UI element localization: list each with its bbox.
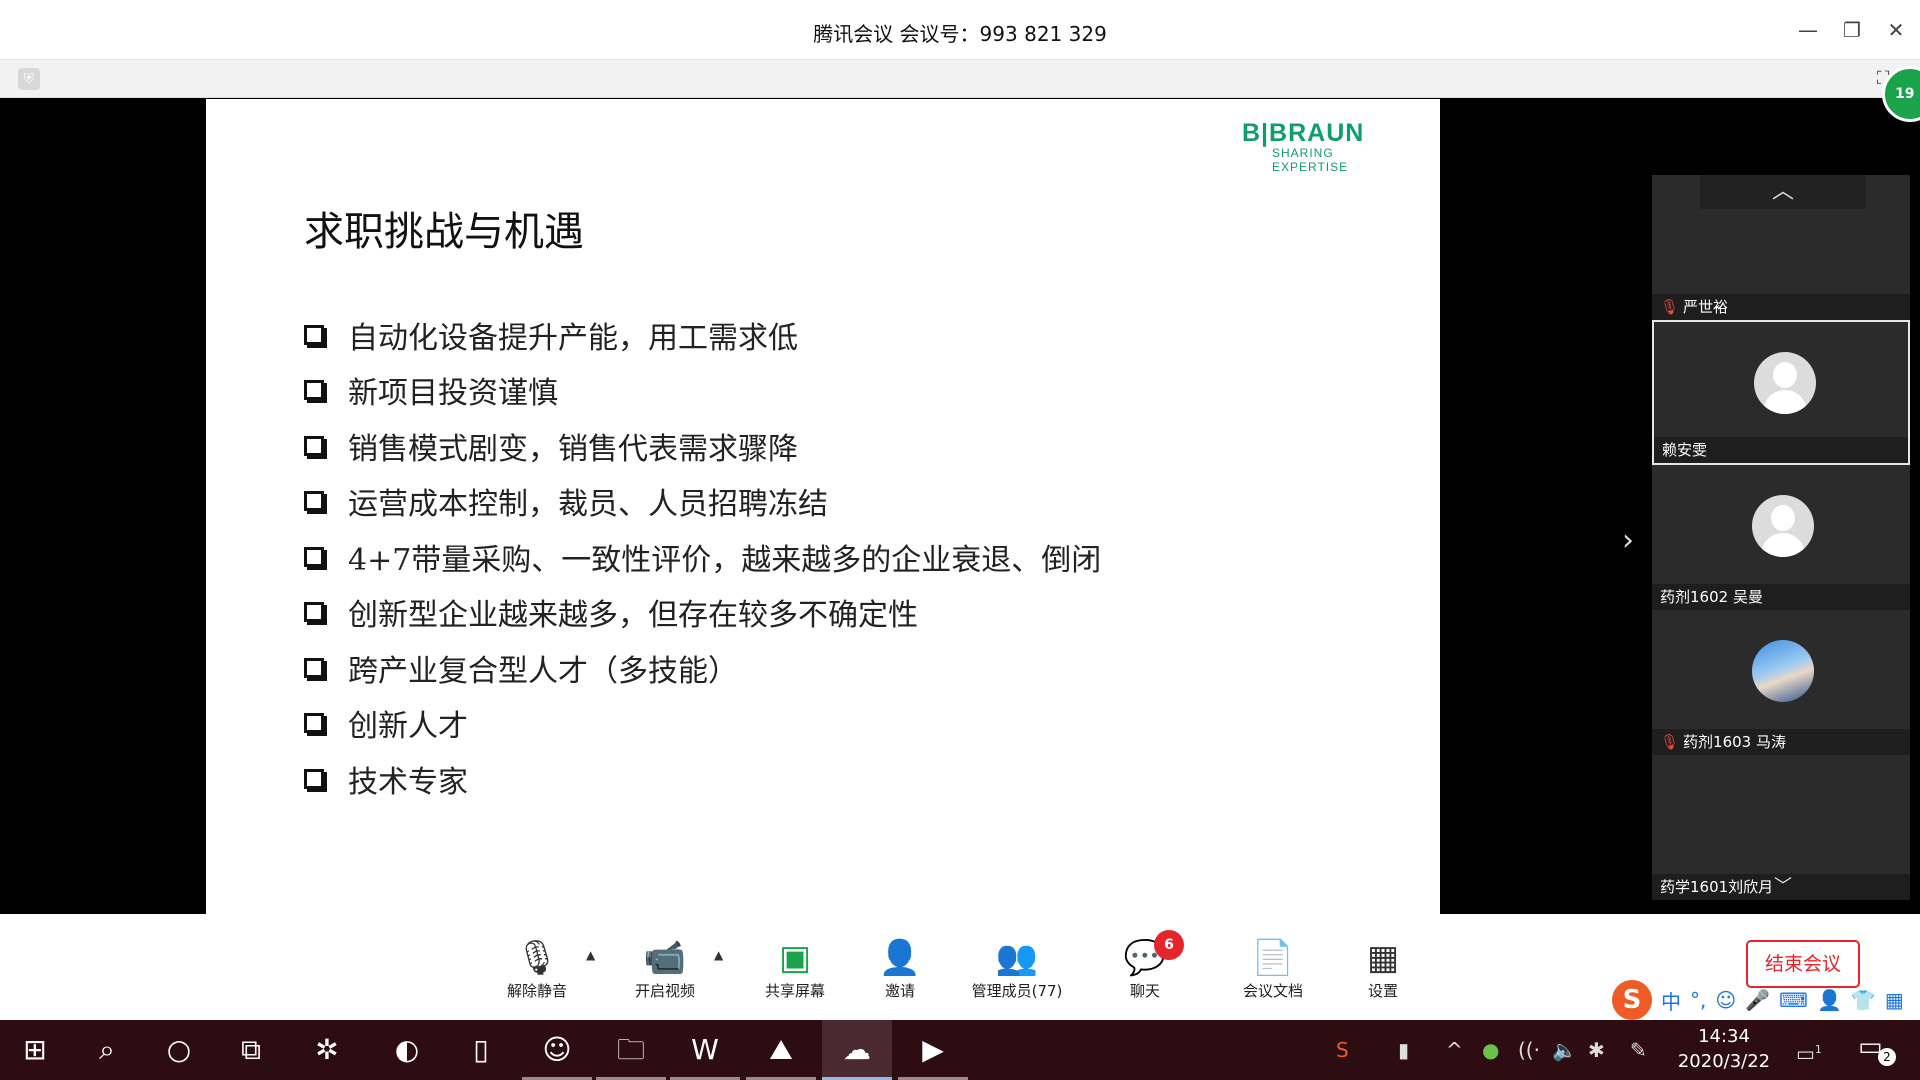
restore-icon[interactable]: ❐ — [1838, 16, 1866, 44]
share-screen-button[interactable]: ▣ 共享屏幕 — [750, 936, 840, 1001]
bullet-item: 新项目投资谨慎 — [304, 363, 1101, 419]
checkbox-bullet-icon — [304, 435, 324, 456]
avatar — [1752, 640, 1814, 702]
muted-mic-icon: 🎙 — [1660, 298, 1680, 316]
close-icon[interactable]: ✕ — [1882, 16, 1910, 44]
bullet-list: 自动化设备提升产能，用工需求低 新项目投资谨慎 销售模式剧变，销售代表需求骤降 … — [304, 307, 1101, 807]
chat-button[interactable]: 💬 聊天 6 — [1100, 930, 1190, 1001]
meeting-toolbar-strip: ⛨ ⛶ — [0, 60, 1920, 98]
sogou-browser-icon[interactable]: ◐ — [372, 1020, 442, 1080]
bullet-item: 销售模式剧变，销售代表需求骤降 — [304, 418, 1101, 474]
window-title: 腾讯会议 会议号：993 821 329 — [813, 22, 1107, 46]
user-icon[interactable]: 👤 — [1817, 988, 1842, 1012]
braun-logo: B|BRAUN SHARING EXPERTISE — [1242, 119, 1365, 174]
presentation-slide: B|BRAUN SHARING EXPERTISE 求职挑战与机遇 自动化设备提… — [206, 99, 1440, 914]
checkbox-bullet-icon — [304, 546, 324, 567]
shared-screen-area: B|BRAUN SHARING EXPERTISE 求职挑战与机遇 自动化设备提… — [0, 99, 1920, 914]
bullet-item: 创新人才 — [304, 696, 1101, 752]
photos-icon[interactable]: ⛰ — [746, 1020, 816, 1080]
bullet-item: 自动化设备提升产能，用工需求低 — [304, 307, 1101, 363]
bullet-item: 技术专家 — [304, 751, 1101, 807]
cortana-icon[interactable]: ○ — [144, 1020, 214, 1080]
tencent-meeting-icon[interactable]: ☁ — [822, 1020, 892, 1080]
slides-app-icon[interactable]: ▶ — [898, 1020, 968, 1080]
taskbar-clock[interactable]: 14:34 2020/3/22 — [1674, 1026, 1774, 1072]
grid-settings-icon: ▦ — [1366, 938, 1400, 978]
start-video-button[interactable]: 📹 开启视频 — [620, 936, 710, 1001]
skin-icon[interactable]: 👕 — [1851, 988, 1876, 1012]
windows-start-icon[interactable]: ⊞ — [0, 1020, 70, 1080]
notification-icon[interactable]: ▭ 2 — [1858, 1032, 1896, 1066]
unmute-button[interactable]: 🎙 解除静音 — [492, 936, 582, 1001]
checkbox-bullet-icon — [304, 657, 324, 678]
pen-icon[interactable]: ✎ — [1630, 1020, 1647, 1080]
settings-button[interactable]: ▦ 设置 — [1338, 936, 1428, 1001]
checkbox-bullet-icon — [304, 602, 324, 623]
document-icon: 📄 — [1251, 938, 1295, 978]
ime-punctuation[interactable]: °, — [1690, 988, 1706, 1012]
add-user-icon: 👤 — [878, 938, 922, 978]
mic-off-icon: 🎙 — [515, 938, 559, 978]
bullet-item: 4+7带量采购、一致性评价，越来越多的企业衰退、倒闭 — [304, 529, 1101, 585]
tray-app-icon[interactable]: ✱ — [1588, 1020, 1605, 1080]
ime-toolbar: S 中 °, ☺ 🎤 ⌨ 👤 👕 ▦ — [1608, 980, 1920, 1020]
manage-members-button[interactable]: 👥 管理成员(77) — [962, 936, 1072, 1001]
share-screen-icon: ▣ — [778, 938, 812, 978]
ime-language[interactable]: 中 — [1661, 986, 1681, 1015]
emoji-icon[interactable]: ☺ — [1715, 988, 1736, 1012]
wifi-icon[interactable]: ((· — [1518, 1020, 1540, 1080]
volume-icon[interactable]: 🔈 — [1552, 1020, 1577, 1080]
checkbox-bullet-icon — [304, 491, 324, 512]
bullet-item: 跨产业复合型人才（多技能） — [304, 640, 1101, 696]
checkbox-bullet-icon — [304, 713, 324, 734]
participant-tile[interactable]: 🎙 药剂1603 马涛 — [1652, 610, 1910, 755]
voice-input-icon[interactable]: 🎤 — [1745, 988, 1770, 1012]
checkbox-bullet-icon — [304, 324, 324, 345]
meeting-docs-button[interactable]: 📄 会议文档 — [1228, 936, 1318, 1001]
avatar — [1754, 352, 1816, 414]
bullet-item: 创新型企业越来越多，但存在较多不确定性 — [304, 585, 1101, 641]
security-tray-icon[interactable]: ● — [1482, 1020, 1499, 1080]
chevron-right-icon[interactable]: › — [1622, 523, 1634, 558]
avatar — [1752, 495, 1814, 557]
participant-tile[interactable]: ︿ 🎙 严世裕 — [1652, 175, 1910, 320]
windows-taskbar: ⊞ ⌕ ○ ⧉ ✲ ◐ ▯ ☺ 🗀 W ⛰ ☁ ▶ S ▮ ^ ● ((· 🔈 … — [0, 1020, 1920, 1080]
participant-tile[interactable]: 赖安雯 — [1652, 320, 1910, 465]
checkbox-bullet-icon — [304, 380, 324, 401]
battery-icon[interactable]: ▮ — [1398, 1020, 1409, 1080]
chevron-up-tray-icon[interactable]: ^ — [1446, 1020, 1463, 1080]
muted-mic-icon: 🎙 — [1660, 733, 1680, 751]
video-options-caret[interactable]: ▲ — [714, 948, 723, 962]
file-explorer-icon[interactable]: 🗀 — [596, 1020, 666, 1080]
contact-app-icon[interactable]: ☺ — [522, 1020, 592, 1080]
participant-tile[interactable]: 药剂1602 吴曼 — [1652, 465, 1910, 610]
search-icon[interactable]: ⌕ — [72, 1020, 142, 1080]
camera-off-icon: 📹 — [643, 938, 687, 978]
keyboard-icon[interactable]: ⌨ — [1779, 988, 1808, 1012]
sogou-ime-icon[interactable]: S — [1612, 980, 1652, 1020]
minimize-icon[interactable]: — — [1794, 16, 1822, 44]
slide-title: 求职挑战与机遇 — [304, 209, 584, 255]
checkbox-bullet-icon — [304, 768, 324, 789]
task-view-icon[interactable]: ⧉ — [216, 1020, 286, 1080]
chevron-up-icon[interactable]: ︿ — [1700, 175, 1866, 209]
wps-icon[interactable]: W — [670, 1020, 740, 1080]
pinwheel-app-icon[interactable]: ✲ — [292, 1020, 362, 1080]
invite-button[interactable]: 👤 邀请 — [855, 936, 945, 1001]
chevron-down-icon[interactable]: ﹀ — [1774, 872, 1792, 898]
toolbox-icon[interactable]: ▦ — [1885, 988, 1904, 1012]
file-icon[interactable]: ▯ — [446, 1020, 516, 1080]
desktop-icon[interactable]: ▭1 — [1796, 1020, 1822, 1080]
title-bar: 腾讯会议 会议号：993 821 329 — ❐ ✕ — [0, 0, 1920, 60]
members-icon: 👥 — [995, 938, 1039, 978]
bullet-item: 运营成本控制，裁员、人员招聘冻结 — [304, 474, 1101, 530]
audio-options-caret[interactable]: ▲ — [586, 948, 595, 962]
shield-icon[interactable]: ⛨ — [18, 68, 40, 90]
sogou-tray-icon[interactable]: S — [1336, 1020, 1349, 1080]
participant-panel: ︿ 🎙 严世裕 赖安雯 药剂1602 吴曼 🎙 药剂1603 马涛 药学1601刘欣… — [1652, 175, 1910, 901]
chat-badge: 6 — [1154, 930, 1184, 960]
participant-tile[interactable]: 药学1601刘欣月 ﹀ — [1652, 755, 1910, 900]
